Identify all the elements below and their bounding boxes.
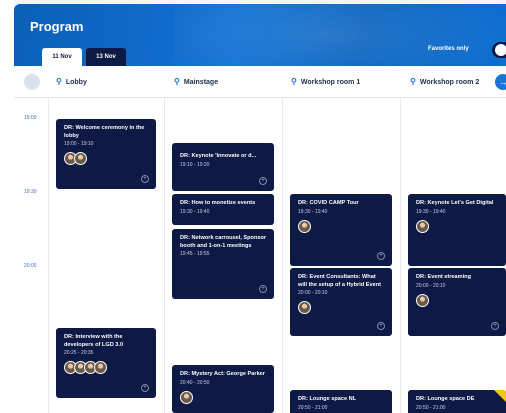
avatar xyxy=(94,361,107,374)
session-title: DR: Keynote 'Innovate or d... xyxy=(180,153,257,159)
avatar xyxy=(180,390,193,404)
session-title: DR: Welcome ceremony in the lobby xyxy=(64,125,145,139)
session-card[interactable]: DR: Lounge space DE 20:50 - 21:00 xyxy=(408,390,506,413)
session-card[interactable]: DR: Keynote 'Innovate or d... 19:10 - 19… xyxy=(172,143,274,191)
session-card[interactable]: DR: Network carrousel, Sponsor booth and… xyxy=(172,229,274,299)
time-label: 19:00 xyxy=(24,115,37,121)
session-title: DR: How to monetize events xyxy=(180,200,256,206)
session-time: 20:00 - 20:10 xyxy=(416,282,446,289)
session-title: DR: Interview with the developers of LGD… xyxy=(64,334,124,348)
tab-11-nov[interactable]: 11 Nov xyxy=(42,48,82,66)
session-time: 19:30 - 19:40 xyxy=(416,208,446,215)
page-title: Program xyxy=(30,19,84,34)
session-time: 19:45 - 19:55 xyxy=(180,251,210,257)
toggle-knob xyxy=(495,44,506,56)
avatar xyxy=(298,219,311,233)
session-card[interactable]: DR: Keynote Let's Get Digital 19:30 - 19… xyxy=(408,194,506,266)
add-favorite-icon[interactable]: + xyxy=(259,285,267,293)
session-card[interactable]: DR: Lounge space NL 20:50 - 21:00 xyxy=(290,390,392,413)
room-label: Workshop room 2 xyxy=(419,79,480,86)
add-favorite-icon[interactable]: + xyxy=(141,175,149,183)
session-card[interactable]: DR: Event Consultants: What will the set… xyxy=(290,268,392,336)
scroll-left-button[interactable] xyxy=(24,74,40,90)
favorites-only-label: Favorites only xyxy=(428,46,469,52)
avatar xyxy=(298,301,311,314)
schedule-grid: 19:00 19:30 20:00 DR: Welcome ceremony i… xyxy=(14,98,506,413)
room-lobby: ⚲ Lobby xyxy=(56,77,87,86)
add-favorite-icon[interactable]: + xyxy=(377,252,385,260)
location-pin-icon: ⚲ xyxy=(174,77,180,86)
room-label: Lobby xyxy=(65,79,87,86)
session-title: DR: COVID CAMP Tour xyxy=(298,200,359,206)
session-time: 20:25 - 20:35 xyxy=(64,350,94,356)
session-time: 20:50 - 21:00 xyxy=(416,404,446,411)
session-title: DR: Mystery Act: George Parker xyxy=(180,371,265,377)
speaker-avatars xyxy=(64,152,150,165)
session-card[interactable]: DR: How to monetize events 19:30 - 19:40 xyxy=(172,194,274,225)
session-title: DR: Event Consultants: What will the set… xyxy=(298,274,381,288)
session-title: DR: Lounge space NL xyxy=(298,396,357,402)
speaker-avatars xyxy=(298,219,386,233)
session-time: 20:00 - 20:10 xyxy=(298,290,328,296)
session-time: 19:30 - 19:40 xyxy=(298,208,328,215)
session-time: 19:30 - 19:40 xyxy=(180,208,210,215)
session-time: 20:50 - 21:00 xyxy=(298,404,328,411)
program-header: Program 11 Nov 13 Nov Favorites only xyxy=(14,4,506,66)
room-label: Mainstage xyxy=(183,79,219,86)
highlight-ribbon xyxy=(494,390,506,402)
speaker-avatars xyxy=(64,361,150,374)
avatar xyxy=(74,152,87,165)
session-card[interactable]: DR: COVID CAMP Tour 19:30 - 19:40 + xyxy=(290,194,392,266)
session-card[interactable]: DR: Interview with the developers of LGD… xyxy=(56,328,156,398)
speaker-avatars xyxy=(298,301,386,314)
session-title: DR: Keynote Let's Get Digital xyxy=(416,200,494,206)
session-card[interactable]: DR: Mystery Act: George Parker 20:40 - 2… xyxy=(172,365,274,413)
tab-13-nov[interactable]: 13 Nov xyxy=(86,48,126,66)
session-time: 19:00 - 19:10 xyxy=(64,141,94,147)
add-favorite-icon[interactable]: + xyxy=(377,322,385,330)
session-title: DR: Lounge space DE xyxy=(416,396,475,402)
location-pin-icon: ⚲ xyxy=(410,77,416,86)
time-label: 20:00 xyxy=(24,263,37,269)
session-card[interactable]: DR: Welcome ceremony in the lobby 19:00 … xyxy=(56,119,156,189)
favorites-only-toggle[interactable] xyxy=(492,42,506,58)
column-divider xyxy=(164,98,165,413)
room-mainstage: ⚲ Mainstage xyxy=(174,77,218,86)
add-favorite-icon[interactable]: + xyxy=(141,384,149,392)
avatar xyxy=(416,293,429,307)
room-header-bar: ⚲ Lobby ⚲ Mainstage ⚲ Workshop room 1 ⚲ Work… xyxy=(14,66,506,98)
session-title: DR: Event streaming xyxy=(416,274,472,280)
left-margin xyxy=(0,0,14,413)
avatar xyxy=(416,219,429,233)
scroll-right-arrow-icon[interactable]: → xyxy=(495,74,506,90)
session-time: 19:10 - 19:20 xyxy=(180,161,210,168)
session-title: DR: Network carrousel, Sponsor booth and… xyxy=(180,235,267,249)
speaker-avatars xyxy=(416,219,500,233)
session-time: 20:40 - 20:50 xyxy=(180,379,210,386)
time-label: 19:30 xyxy=(24,189,37,195)
room-workshop-1: ⚲ Workshop room 1 xyxy=(291,77,360,86)
add-favorite-icon[interactable]: + xyxy=(259,177,267,185)
location-pin-icon: ⚲ xyxy=(56,77,62,86)
location-pin-icon: ⚲ xyxy=(291,77,297,86)
room-label: Workshop room 1 xyxy=(300,79,361,86)
speaker-avatars xyxy=(180,390,268,404)
column-divider xyxy=(282,98,283,413)
program-app: Program 11 Nov 13 Nov Favorites only ⚲ Lo… xyxy=(0,0,506,413)
column-divider xyxy=(400,98,401,413)
add-favorite-icon[interactable]: + xyxy=(491,322,499,330)
room-workshop-2: ⚲ Workshop room 2 xyxy=(410,77,479,86)
speaker-avatars xyxy=(416,293,500,307)
column-divider xyxy=(48,98,49,413)
session-card[interactable]: DR: Event streaming 20:00 - 20:10 + xyxy=(408,268,506,336)
